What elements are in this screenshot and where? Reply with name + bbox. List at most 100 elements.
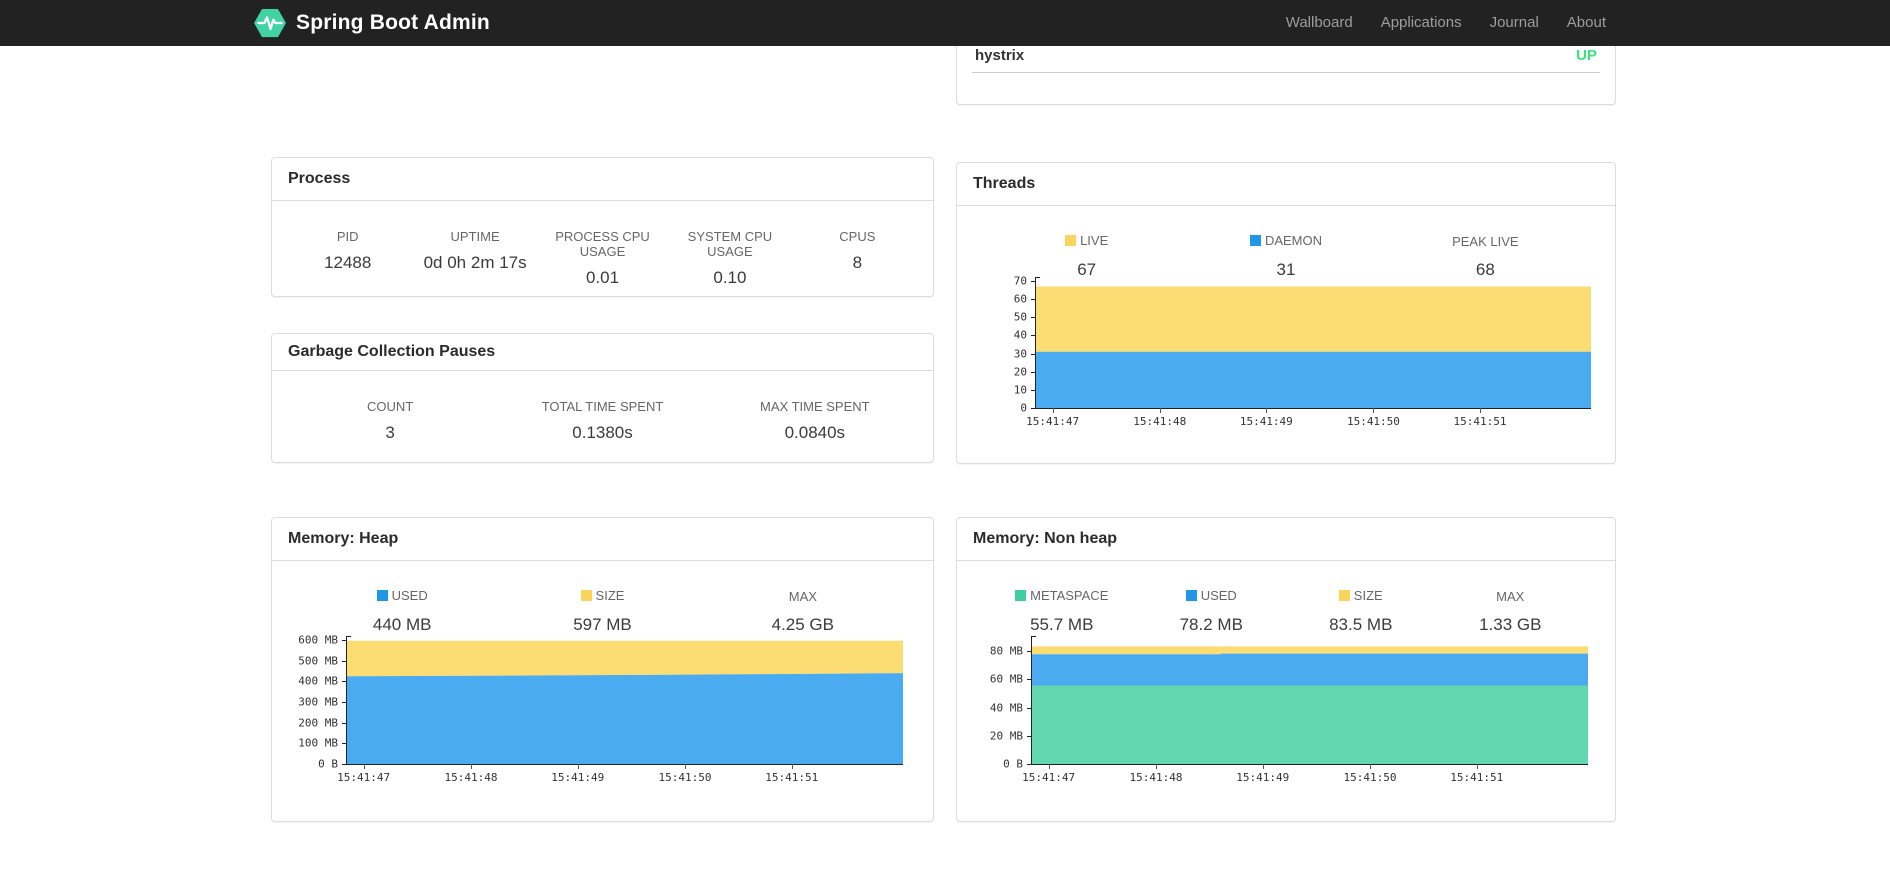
nonheap-area-chart (1032, 646, 1588, 764)
axis-cap (1031, 636, 1036, 640)
nonheap-panel-title: Memory: Non heap (973, 530, 1118, 547)
metaspace-area (1032, 685, 1588, 764)
x-tick (1155, 764, 1157, 769)
y-tick-label: 600 MB (298, 633, 338, 647)
daemon-area (1036, 351, 1591, 408)
size-swatch-icon (580, 590, 592, 601)
y-tick-label: 50 (1013, 310, 1027, 324)
y-tick-label: 300 MB (298, 695, 338, 709)
y-tick-label: 500 MB (298, 654, 338, 668)
threads-panel-heading: Threads (957, 163, 1615, 206)
x-tick (470, 764, 472, 769)
stat-cpus: CPUS 8 (839, 229, 876, 272)
x-tick-label: 15:41:49 (551, 771, 605, 784)
stat-gc-total-time: TOTAL TIME SPENT 0.1380s (541, 399, 664, 442)
heap-chart: 600 MB 500 MB 400 MB 300 MB 200 MB 100 M… (272, 634, 933, 784)
y-tick (1031, 408, 1036, 409)
y-tick-label: 0 B (1003, 757, 1023, 771)
y-tick (1027, 764, 1032, 765)
x-tick (1480, 408, 1481, 413)
size-area (1032, 646, 1588, 655)
y-tick-label: 60 MB (989, 672, 1023, 686)
y-tick-label: 20 (1013, 365, 1027, 379)
y-tick (342, 743, 347, 745)
used-swatch-icon (376, 590, 388, 601)
x-tick-label: 15:41:49 (1236, 771, 1290, 784)
heap-panel: Memory: Heap USED 440 MB SIZE 597 MB MAX… (271, 517, 934, 822)
live-area (1036, 286, 1591, 352)
stat-pid: PID 12488 (324, 229, 372, 272)
x-tick (791, 764, 793, 769)
stat-gc-count: COUNT 3 (367, 399, 414, 442)
x-tick-label: 15:41:51 (765, 771, 819, 784)
y-tick-label: 200 MB (298, 716, 338, 730)
threads-panel: Threads LIVE 67 DAEMON 31 PEAK LIVE 68 7… (956, 162, 1616, 464)
x-tick-label: 15:41:50 (1346, 415, 1400, 428)
threads-plot-area: 70 60 50 40 30 20 10 0 15:41:47 15:41:48… (1014, 275, 1591, 428)
y-tick (1031, 353, 1036, 355)
legend-metaspace: METASPACE 55.7 MB (987, 588, 1137, 635)
y-tick (342, 764, 347, 765)
application-name[interactable]: hystrix (975, 47, 1024, 64)
live-swatch-icon (1065, 235, 1077, 246)
x-tick (1048, 764, 1050, 769)
x-tick-label: 15:41:51 (1450, 771, 1504, 784)
y-tick-label: 40 (1013, 328, 1027, 342)
used-area (347, 673, 903, 764)
page: hystrix UP Spring Boot Admin Wallboard A… (0, 0, 1890, 892)
y-tick (342, 640, 347, 641)
y-tick (1027, 735, 1032, 737)
y-tick-label: 30 (1013, 347, 1027, 361)
x-tick (1266, 408, 1268, 413)
brand-title: Spring Boot Admin (296, 11, 490, 34)
y-tick (342, 702, 347, 703)
x-tick-label: 15:41:48 (1129, 771, 1183, 784)
threads-panel-title: Threads (973, 175, 1036, 192)
heap-panel-title: Memory: Heap (288, 530, 399, 547)
x-tick-label: 15:41:50 (1343, 771, 1397, 784)
daemon-swatch-icon (1249, 235, 1261, 246)
x-tick-label: 15:41:49 (1239, 415, 1293, 428)
gc-panel-heading: Garbage Collection Pauses (272, 334, 933, 371)
x-tick (1373, 408, 1375, 413)
x-tick (1052, 408, 1054, 413)
y-tick (1031, 299, 1036, 301)
legend-nonheap-size: SIZE 83.5 MB (1329, 588, 1393, 634)
x-tick (1159, 408, 1161, 413)
x-tick (577, 764, 579, 769)
divider (972, 72, 1600, 73)
stat-gc-max-time: MAX TIME SPENT 0.0840s (760, 399, 870, 442)
nav-item-wallboard[interactable]: Wallboard (1272, 0, 1367, 46)
x-tick (685, 764, 687, 769)
brand-link[interactable]: Spring Boot Admin (253, 0, 490, 46)
x-tick (1370, 764, 1372, 769)
y-tick (1027, 679, 1032, 681)
nav-item-journal[interactable]: Journal (1476, 0, 1553, 46)
y-tick (342, 681, 347, 683)
y-tick-label: 10 (1013, 383, 1027, 397)
gc-panel: Garbage Collection Pauses COUNT 3 TOTAL … (271, 333, 934, 463)
y-tick-label: 0 (1020, 401, 1027, 415)
stat-uptime: UPTIME 0d 0h 2m 17s (423, 229, 527, 272)
legend-heap-size: SIZE 597 MB (573, 588, 632, 634)
heap-panel-heading: Memory: Heap (272, 518, 933, 561)
status-badge: UP (1576, 47, 1597, 64)
y-tick-label: 80 MB (989, 644, 1023, 658)
nonheap-panel-heading: Memory: Non heap (957, 518, 1615, 561)
nav-item-about[interactable]: About (1553, 0, 1620, 46)
x-tick-label: 15:41:50 (658, 771, 712, 784)
y-tick (1031, 317, 1036, 319)
nav-item-applications[interactable]: Applications (1367, 0, 1476, 46)
legend-heap-used: USED 440 MB (372, 588, 432, 634)
size-area (347, 640, 903, 677)
legend-daemon: DAEMON 31 (1186, 233, 1385, 280)
gc-stats: COUNT 3 TOTAL TIME SPENT 0.1380s MAX TIM… (272, 371, 933, 443)
process-panel-title: Process (288, 170, 351, 187)
x-tick-label: 15:41:51 (1453, 415, 1507, 428)
y-tick (1031, 281, 1036, 282)
nonheap-legend: METASPACE 55.7 MB USED 78.2 MB SIZE 83.5… (957, 561, 1615, 635)
y-tick (1027, 707, 1032, 709)
threads-legend: LIVE 67 DAEMON 31 PEAK LIVE 68 (957, 206, 1615, 280)
y-tick-label: 100 MB (298, 736, 338, 750)
threads-chart: 70 60 50 40 30 20 10 0 15:41:47 15:41:48… (957, 275, 1615, 428)
